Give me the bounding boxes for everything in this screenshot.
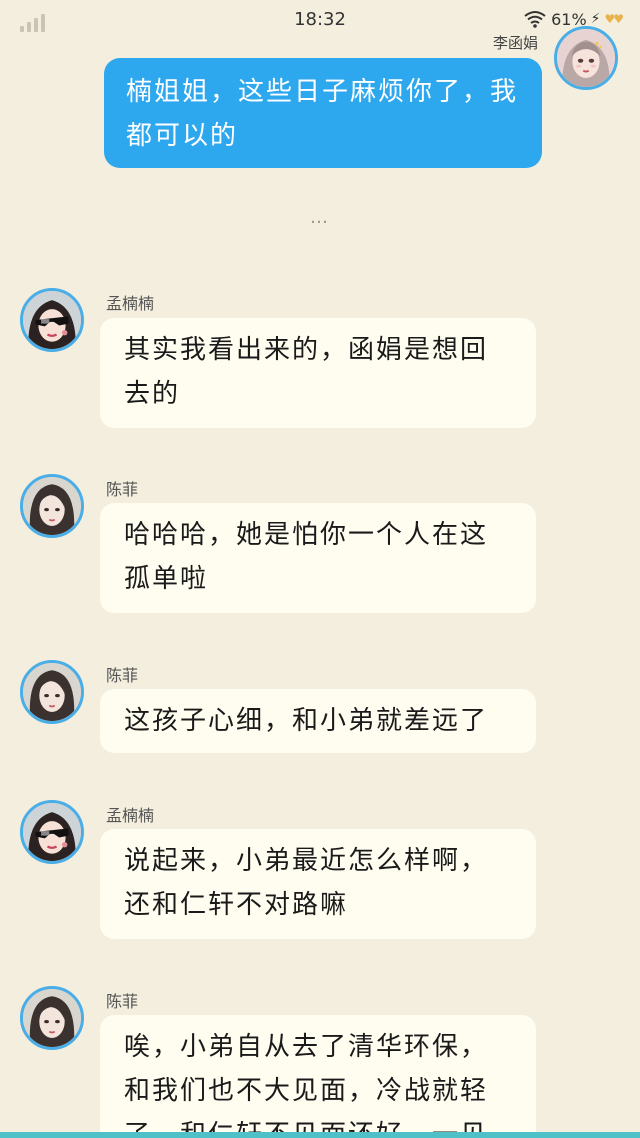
wifi-icon — [523, 10, 547, 28]
avatar-mengnannan[interactable] — [20, 800, 84, 864]
received-message-bubble[interactable]: 其实我看出来的，函娟是想回去的 — [100, 318, 536, 428]
girl-avatar-icon — [557, 29, 615, 87]
long-hair-avatar-icon — [23, 477, 81, 535]
sender-name: 陈菲 — [106, 480, 139, 499]
charging-icon: ⚡ — [590, 11, 601, 27]
sender-name: 陈菲 — [106, 666, 139, 685]
status-bar: 18:32 61% ⚡ ♥♥ — [0, 0, 640, 40]
avatar-chenfei[interactable] — [20, 660, 84, 724]
sender-name: 孟楠楠 — [106, 806, 155, 825]
received-message-bubble[interactable]: 说起来，小弟最近怎么样啊，还和仁轩不对路嘛 — [100, 829, 536, 939]
sender-name: 陈菲 — [106, 992, 139, 1011]
hearts-icon: ♥♥ — [604, 12, 623, 26]
avatar-chenfei[interactable] — [20, 474, 84, 538]
received-message-bubble[interactable]: 这孩子心细，和小弟就差远了 — [100, 689, 536, 753]
sent-message-bubble[interactable]: 楠姐姐，这些日子麻烦你了，我都可以的 — [104, 58, 542, 168]
avatar-chenfei[interactable] — [20, 986, 84, 1050]
received-message-bubble[interactable]: 哈哈哈，她是怕你一个人在这孤单啦 — [100, 503, 536, 613]
sunglasses-avatar-icon — [23, 803, 81, 861]
long-hair-avatar-icon — [23, 989, 81, 1047]
self-name: 李函娟 — [492, 34, 538, 52]
bottom-accent-strip — [0, 1132, 640, 1138]
self-avatar[interactable] — [554, 26, 618, 90]
sender-name: 孟楠楠 — [106, 294, 155, 313]
status-right: 61% ⚡ ♥♥ — [523, 8, 624, 30]
long-hair-avatar-icon — [23, 663, 81, 721]
received-message-bubble[interactable]: 唉，小弟自从去了清华环保，和我们也不大见面，冷战就轻了，和仁轩不见面还好，一见 — [100, 1015, 536, 1138]
avatar-mengnannan[interactable] — [20, 288, 84, 352]
sunglasses-avatar-icon — [23, 291, 81, 349]
more-separator: … — [310, 207, 330, 228]
